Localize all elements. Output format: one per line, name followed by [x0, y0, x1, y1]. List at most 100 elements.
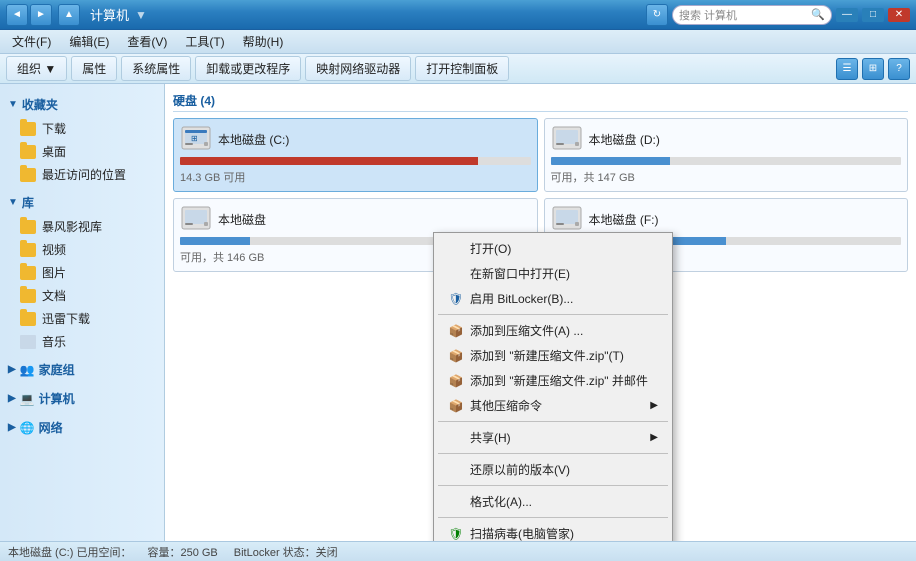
maximize-button[interactable]: □	[862, 8, 884, 22]
menu-file[interactable]: 文件(F)	[4, 31, 59, 52]
sidebar-item-video[interactable]: 视频	[0, 238, 164, 261]
title-bar: ◄ ► ▲ 计算机 ▼ ↻ 搜索 计算机 🔍 — □ ✕	[0, 0, 916, 30]
disk-c-icon: ⊞	[180, 125, 212, 153]
ctx-scan-virus[interactable]: 🛡 扫描病毒(电脑管家)	[434, 521, 672, 541]
library-arrow-icon: ▼	[8, 197, 18, 208]
menu-help[interactable]: 帮助(H)	[235, 31, 292, 52]
sidebar-item-recent[interactable]: 最近访问的位置	[0, 163, 164, 186]
disk-d-icon	[551, 125, 583, 153]
ctx-compress-icon: 📦	[448, 398, 464, 414]
disk-c-bar-container	[180, 157, 531, 165]
favorites-arrow-icon: ▼	[8, 99, 18, 110]
context-menu: 打开(O) 在新窗口中打开(E) 🛡 启用 BitLocker(B)... 📦 …	[433, 232, 673, 541]
sidebar-library-header[interactable]: ▼ 库	[0, 190, 164, 215]
toolbar-uninstall[interactable]: 卸载或更改程序	[195, 56, 301, 81]
video-icon	[20, 243, 36, 257]
ctx-share[interactable]: 共享(H) ▶	[434, 425, 672, 450]
menu-edit[interactable]: 编辑(E)	[61, 31, 117, 52]
status-bar: 本地磁盘 (C:) 已用空间： 容量：250 GB BitLocker 状态：关…	[0, 541, 916, 561]
toolbar-organize[interactable]: 组织 ▼	[6, 56, 67, 81]
ctx-zip-icon: 📦	[448, 323, 464, 339]
sidebar-item-desktop[interactable]: 桌面	[0, 140, 164, 163]
sidebar-network-header[interactable]: ▶ 🌐 网络	[0, 415, 164, 440]
back-button[interactable]: ◄	[6, 4, 28, 26]
title-bar-right: ↻ 搜索 计算机 🔍 — □ ✕	[646, 4, 910, 26]
sidebar-item-baofeng[interactable]: 暴风影视库	[0, 215, 164, 238]
disk-e-icon	[180, 205, 212, 233]
menu-bar: 文件(F) 编辑(E) 查看(V) 工具(T) 帮助(H)	[0, 30, 916, 54]
disk-item-d[interactable]: 本地磁盘 (D:) 可用，共 147 GB	[544, 118, 909, 192]
disk-item-c[interactable]: ⊞ 本地磁盘 (C:) 14.3 GB 可用	[173, 118, 538, 192]
view-toggle-btn[interactable]: ☰	[836, 58, 858, 80]
disk-c-header: ⊞ 本地磁盘 (C:)	[180, 125, 531, 153]
ctx-format[interactable]: 格式化(A)...	[434, 489, 672, 514]
status-item-1: 本地磁盘 (C:) 已用空间：	[8, 544, 131, 560]
toolbar-properties[interactable]: 属性	[71, 56, 117, 81]
homegroup-icon: 👥	[20, 363, 35, 377]
forward-button[interactable]: ►	[30, 4, 52, 26]
search-box[interactable]: 搜索 计算机 🔍	[672, 5, 832, 25]
minimize-button[interactable]: —	[836, 8, 858, 22]
ctx-other-compress[interactable]: 📦 其他压缩命令 ▶	[434, 393, 672, 418]
toolbar-control-panel[interactable]: 打开控制面板	[415, 56, 509, 81]
view-details-btn[interactable]: ⊞	[862, 58, 884, 80]
sidebar-item-downloads[interactable]: 下载	[0, 117, 164, 140]
sidebar-section-computer: ▶ 💻 计算机	[0, 386, 164, 411]
disk-e-header: 本地磁盘	[180, 205, 531, 233]
ctx-restore-prev[interactable]: 还原以前的版本(V)	[434, 457, 672, 482]
disk-d-header: 本地磁盘 (D:)	[551, 125, 902, 153]
network-arrow-icon: ▶	[8, 422, 16, 433]
favorites-label: 收藏夹	[22, 96, 58, 113]
sidebar-section-library: ▼ 库 暴风影视库 视频 图片 文档 迅雷下载	[0, 190, 164, 353]
title-bar-left: ◄ ► ▲ 计算机 ▼	[6, 4, 147, 26]
toolbar: 组织 ▼ 属性 系统属性 卸载或更改程序 映射网络驱动器 打开控制面板 ☰ ⊞ …	[0, 54, 916, 84]
up-button[interactable]: ▲	[58, 4, 80, 26]
menu-tools[interactable]: 工具(T)	[177, 31, 232, 52]
disk-e-bar	[180, 237, 250, 245]
disk-d-bar-container	[551, 157, 902, 165]
disk-d-info: 可用，共 147 GB	[551, 169, 902, 185]
computer-label: 计算机	[39, 390, 75, 407]
ctx-sep-1	[438, 314, 668, 315]
ctx-bitlocker-icon: 🛡	[448, 291, 464, 307]
ctx-open-new-window[interactable]: 在新窗口中打开(E)	[434, 261, 672, 286]
menu-view[interactable]: 查看(V)	[119, 31, 175, 52]
sidebar-item-images[interactable]: 图片	[0, 261, 164, 284]
disk-d-bar	[551, 157, 670, 165]
search-icon[interactable]: 🔍	[811, 8, 825, 21]
homegroup-label: 家庭组	[39, 361, 75, 378]
ctx-open-icon	[448, 241, 464, 257]
baofeng-icon	[20, 220, 36, 234]
sidebar-computer-header[interactable]: ▶ 💻 计算机	[0, 386, 164, 411]
toolbar-system-props[interactable]: 系统属性	[121, 56, 191, 81]
ctx-bitlocker[interactable]: 🛡 启用 BitLocker(B)...	[434, 286, 672, 311]
ctx-add-zip[interactable]: 📦 添加到压缩文件(A) ...	[434, 318, 672, 343]
ctx-open[interactable]: 打开(O)	[434, 236, 672, 261]
computer-icon: 💻	[20, 392, 35, 406]
status-item-3: BitLocker 状态：关闭	[234, 544, 338, 560]
ctx-share-icon	[448, 430, 464, 446]
sidebar-item-music[interactable]: 音乐	[0, 330, 164, 353]
ctx-virus-icon: 🛡	[448, 526, 464, 542]
images-icon	[20, 266, 36, 280]
sidebar-section-favorites: ▼ 收藏夹 下载 桌面 最近访问的位置	[0, 92, 164, 186]
ctx-restore-icon	[448, 462, 464, 478]
ctx-add-zip-email[interactable]: 📦 添加到 "新建压缩文件.zip" 并邮件	[434, 368, 672, 393]
music-icon	[20, 335, 36, 349]
ctx-sep-5	[438, 517, 668, 518]
sidebar-homegroup-header[interactable]: ▶ 👥 家庭组	[0, 357, 164, 382]
toolbar-map-drive[interactable]: 映射网络驱动器	[305, 56, 411, 81]
sidebar-item-docs[interactable]: 文档	[0, 284, 164, 307]
xunlei-icon	[20, 312, 36, 326]
close-button[interactable]: ✕	[888, 8, 910, 22]
help-btn[interactable]: ?	[888, 58, 910, 80]
sidebar-section-network: ▶ 🌐 网络	[0, 415, 164, 440]
ctx-share-arrow-icon: ▶	[650, 432, 658, 443]
network-label: 网络	[39, 419, 63, 436]
sidebar-item-xunlei[interactable]: 迅雷下载	[0, 307, 164, 330]
ctx-open-new-icon	[448, 266, 464, 282]
sidebar-favorites-header[interactable]: ▼ 收藏夹	[0, 92, 164, 117]
status-item-2: 容量：250 GB	[147, 544, 217, 560]
ctx-add-zip-new[interactable]: 📦 添加到 "新建压缩文件.zip"(T)	[434, 343, 672, 368]
refresh-button[interactable]: ↻	[646, 4, 668, 26]
